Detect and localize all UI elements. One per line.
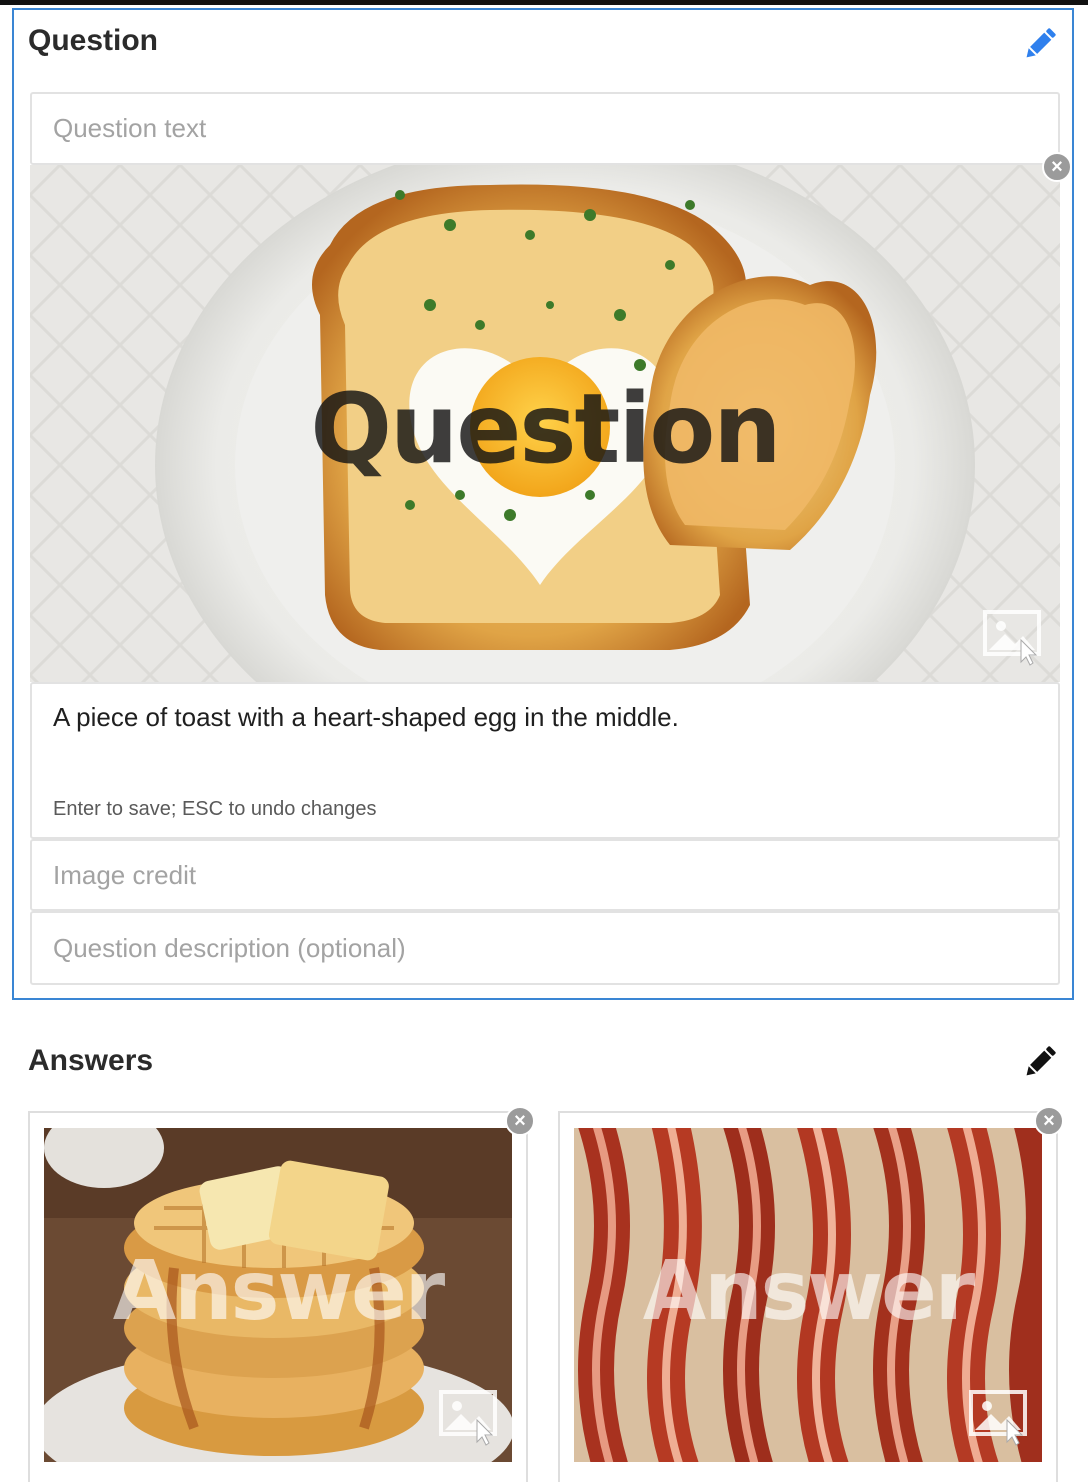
question-image[interactable]: Question (30, 165, 1060, 682)
replace-image-button[interactable] (983, 610, 1045, 666)
alt-text-field[interactable]: A piece of toast with a heart-shaped egg… (30, 682, 1060, 839)
answer-overlay-label: Answer (112, 1244, 445, 1339)
close-icon: × (514, 1110, 526, 1132)
image-credit-field[interactable] (30, 839, 1060, 911)
alt-text-hint: Enter to save; ESC to undo changes (53, 798, 377, 820)
image-icon (969, 1390, 1027, 1446)
pencil-icon (1026, 28, 1056, 58)
edit-answers-button[interactable] (1020, 1042, 1060, 1082)
question-section-title: Question (28, 24, 159, 57)
answers-section-title: Answers (28, 1044, 154, 1077)
answer-card[interactable]: Answer (28, 1111, 528, 1482)
question-text-field[interactable] (30, 92, 1060, 165)
question-card: Question Question text Question × A piec… (12, 8, 1074, 1000)
pencil-icon (1026, 1046, 1056, 1076)
top-bar (0, 0, 1088, 5)
replace-image-button[interactable] (439, 1390, 501, 1451)
question-text-input[interactable] (32, 94, 1058, 163)
image-icon (439, 1390, 497, 1446)
answer-card[interactable]: Answer (558, 1111, 1058, 1482)
edit-question-button[interactable] (1020, 24, 1060, 64)
answer-image[interactable]: Answer (574, 1128, 1042, 1462)
alt-text-value[interactable]: A piece of toast with a heart-shaped egg… (53, 702, 679, 733)
answer-overlay-label: Answer (642, 1244, 975, 1339)
question-description-field[interactable] (30, 911, 1060, 985)
remove-answer-image-button[interactable]: × (1034, 1106, 1064, 1136)
close-icon: × (1043, 1110, 1055, 1132)
remove-question-image-button[interactable]: × (1042, 152, 1072, 182)
close-icon: × (1051, 156, 1063, 178)
image-credit-input[interactable] (32, 841, 1058, 909)
question-description-input[interactable] (32, 913, 1058, 983)
answer-image[interactable]: Answer (44, 1128, 512, 1462)
question-overlay-label: Question (310, 373, 781, 485)
replace-image-button[interactable] (969, 1390, 1031, 1451)
image-icon (983, 610, 1041, 666)
remove-answer-image-button[interactable]: × (505, 1106, 535, 1136)
